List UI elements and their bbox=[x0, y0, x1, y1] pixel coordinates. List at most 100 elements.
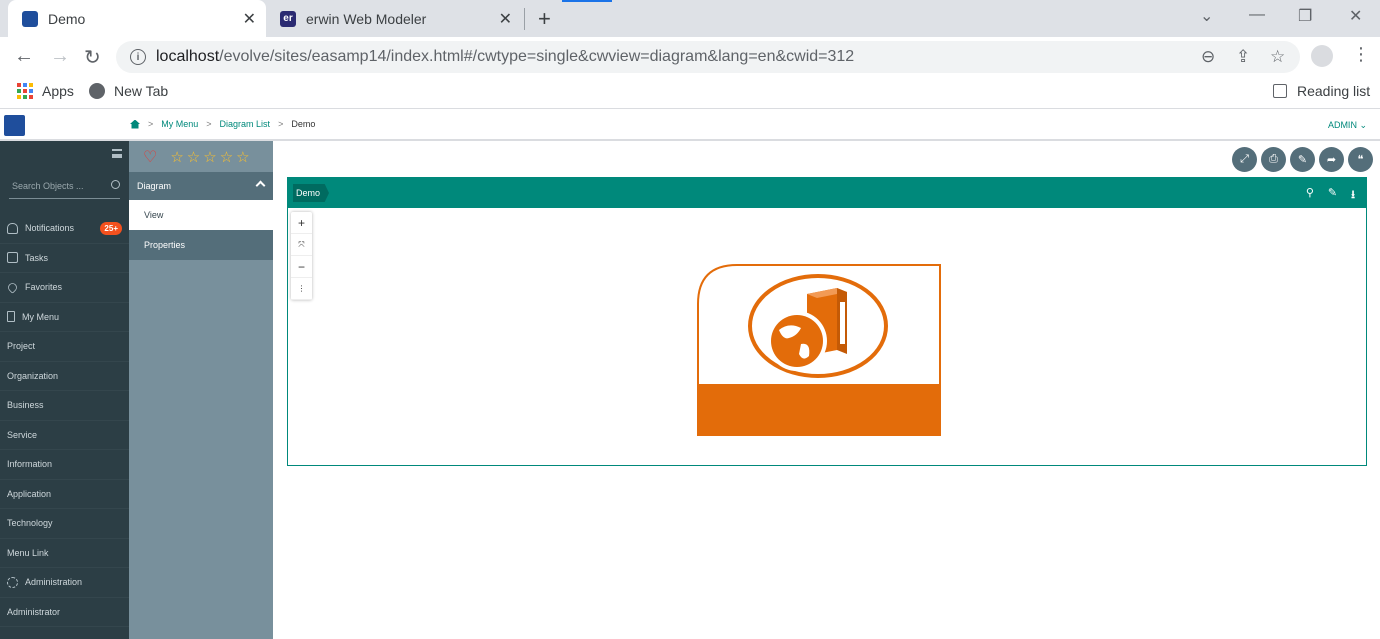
diagram-shape-footer bbox=[698, 384, 940, 435]
sidebar: Notifications 25+ Tasks Favorites My Men… bbox=[0, 141, 129, 639]
zoom-out-button[interactable]: − bbox=[291, 256, 312, 278]
sidebar-item-label: Administrator bbox=[7, 606, 61, 617]
sidebar-item-favorites[interactable]: Favorites bbox=[0, 273, 129, 303]
sidebar-item-tasks[interactable]: Tasks bbox=[0, 244, 129, 273]
sidebar-item-label: My Menu bbox=[22, 311, 60, 322]
expand-icon[interactable]: ⤢ bbox=[1232, 147, 1257, 172]
sidebar-item-project[interactable]: Project bbox=[0, 332, 129, 362]
address-bar-row: ← → ↻ i localhost/evolve/sites/easamp14/… bbox=[0, 37, 1380, 77]
more-options-button[interactable]: ⋮ bbox=[291, 278, 312, 300]
evolve-logo-icon[interactable] bbox=[4, 115, 25, 136]
bookmark-label: Apps bbox=[42, 83, 74, 99]
favorite-heart-icon[interactable]: ♡ bbox=[143, 147, 157, 167]
chevron-up-icon bbox=[255, 180, 266, 191]
new-tab-icon[interactable]: + bbox=[538, 6, 551, 32]
tab-search-icon[interactable]: ⌄ bbox=[1200, 6, 1213, 26]
panel-rating-row: ♡ ☆ ☆ ☆ ☆ ☆ bbox=[129, 141, 273, 172]
search-icon[interactable] bbox=[111, 180, 120, 189]
sidebar-item-notifications[interactable]: Notifications 25+ bbox=[0, 214, 129, 244]
profile-avatar[interactable] bbox=[1311, 45, 1333, 67]
reload-icon[interactable]: ↻ bbox=[84, 45, 101, 70]
edit-icon[interactable]: ✎ bbox=[1290, 147, 1315, 172]
breadcrumb-my-menu[interactable]: My Menu bbox=[161, 119, 198, 129]
sidebar-item-label: Tasks bbox=[25, 252, 49, 263]
url-path: /evolve/sites/easamp14/index.html#/cwtyp… bbox=[219, 48, 855, 65]
close-tab-icon[interactable]: ✕ bbox=[499, 9, 512, 29]
search-input[interactable] bbox=[9, 175, 120, 197]
reading-list[interactable]: Reading list bbox=[1273, 83, 1370, 99]
notification-badge: 25+ bbox=[100, 222, 122, 235]
sidebar-item-my-menu[interactable]: My Menu bbox=[0, 303, 129, 332]
sidebar-item-administrator[interactable]: Administrator bbox=[0, 598, 129, 627]
tab-loading-indicator bbox=[562, 0, 612, 2]
star-icon[interactable]: ☆ bbox=[236, 148, 249, 166]
diagram-canvas[interactable] bbox=[697, 264, 942, 436]
search-box bbox=[9, 175, 120, 199]
close-tab-icon[interactable]: ✕ bbox=[243, 9, 256, 29]
back-icon[interactable]: ← bbox=[14, 45, 34, 68]
diagram-card: Demo ⚲ ✎ ⭳ + ⤧ − ⋮ bbox=[287, 177, 1367, 466]
chevron-down-icon: ⌄ bbox=[1359, 120, 1367, 130]
sidebar-item-label: Notifications bbox=[25, 223, 75, 234]
star-icon[interactable]: ☆ bbox=[203, 148, 216, 166]
home-icon[interactable] bbox=[130, 119, 140, 129]
print-icon[interactable]: ⎙ bbox=[1261, 147, 1286, 172]
panel-item-view[interactable]: View bbox=[129, 200, 273, 230]
star-icon[interactable]: ☆ bbox=[220, 148, 233, 166]
sidebar-item-technology[interactable]: Technology bbox=[0, 509, 129, 539]
globe-icon bbox=[89, 83, 105, 99]
forward-icon[interactable]: → bbox=[50, 45, 70, 68]
panel-section-title: Diagram bbox=[137, 181, 172, 191]
share-page-icon[interactable]: ⇪ bbox=[1236, 47, 1250, 67]
zoom-in-button[interactable]: + bbox=[291, 212, 312, 234]
edit-icon[interactable]: ✎ bbox=[1328, 186, 1337, 205]
omnibox[interactable]: i localhost/evolve/sites/easamp14/index.… bbox=[116, 41, 1300, 73]
star-icon[interactable]: ☆ bbox=[170, 148, 183, 166]
sidebar-item-business[interactable]: Business bbox=[0, 391, 129, 421]
site-info-icon[interactable]: i bbox=[130, 49, 146, 65]
breadcrumb-current: Demo bbox=[291, 119, 316, 129]
minimize-icon[interactable]: — bbox=[1249, 6, 1265, 24]
reading-list-icon bbox=[1273, 84, 1287, 98]
diagram-title-tag: Demo bbox=[293, 184, 330, 202]
breadcrumb: > My Menu > Diagram List > Demo bbox=[130, 119, 315, 129]
bookmark-star-icon[interactable]: ☆ bbox=[1270, 47, 1285, 67]
bookmark-icon bbox=[7, 311, 15, 323]
tab-erwin[interactable]: er erwin Web Modeler ✕ bbox=[270, 0, 522, 37]
globe-icon bbox=[767, 311, 827, 371]
share-icon[interactable]: ➦ bbox=[1319, 147, 1344, 172]
tab-demo[interactable]: Demo ✕ bbox=[8, 0, 266, 37]
sidebar-item-label: Administration bbox=[25, 577, 83, 588]
zoom-icon[interactable]: ⊖ bbox=[1201, 47, 1215, 67]
sidebar-item-label: Technology bbox=[7, 518, 53, 529]
sidebar-item-organization[interactable]: Organization bbox=[0, 362, 129, 391]
map-marker-icon[interactable]: ⚲ bbox=[1306, 186, 1314, 205]
sidebar-item-menu-link[interactable]: Menu Link bbox=[0, 539, 129, 568]
hamburger-icon[interactable] bbox=[112, 149, 122, 158]
panel-item-properties[interactable]: Properties bbox=[129, 230, 273, 260]
close-window-icon[interactable]: ✕ bbox=[1349, 6, 1362, 26]
chrome-menu-icon[interactable]: ⋮ bbox=[1352, 44, 1370, 65]
action-toolbar: ⤢ ⎙ ✎ ➦ ❝ bbox=[1232, 147, 1373, 172]
user-menu[interactable]: ADMIN ⌄ bbox=[1328, 120, 1367, 131]
sidebar-item-administration[interactable]: Administration bbox=[0, 568, 129, 598]
restore-icon[interactable]: ❐ bbox=[1298, 6, 1312, 26]
comment-icon[interactable]: ❝ bbox=[1348, 147, 1373, 172]
download-icon[interactable]: ⭳ bbox=[1351, 186, 1355, 205]
panel-section-header[interactable]: Diagram bbox=[129, 172, 273, 200]
bookmark-new-tab[interactable]: New Tab bbox=[89, 83, 168, 99]
breadcrumb-separator: > bbox=[278, 119, 284, 129]
bookmark-apps[interactable]: Apps bbox=[17, 83, 74, 99]
diagram-panel: ♡ ☆ ☆ ☆ ☆ ☆ Diagram View Properties bbox=[129, 141, 273, 639]
fit-screen-button[interactable]: ⤧ bbox=[291, 234, 312, 256]
browser-tab-strip: Demo ✕ er erwin Web Modeler ✕ + ⌄ — ❐ ✕ bbox=[0, 0, 1380, 37]
app-header: > My Menu > Diagram List > Demo ADMIN ⌄ bbox=[0, 110, 1380, 141]
bell-icon bbox=[7, 222, 18, 234]
erwin-er-icon: er bbox=[280, 10, 296, 27]
bookmark-label: New Tab bbox=[114, 83, 169, 99]
sidebar-item-service[interactable]: Service bbox=[0, 421, 129, 450]
star-icon[interactable]: ☆ bbox=[187, 148, 200, 166]
breadcrumb-diagram-list[interactable]: Diagram List bbox=[220, 119, 271, 129]
sidebar-item-information[interactable]: Information bbox=[0, 450, 129, 480]
sidebar-item-application[interactable]: Application bbox=[0, 480, 129, 509]
